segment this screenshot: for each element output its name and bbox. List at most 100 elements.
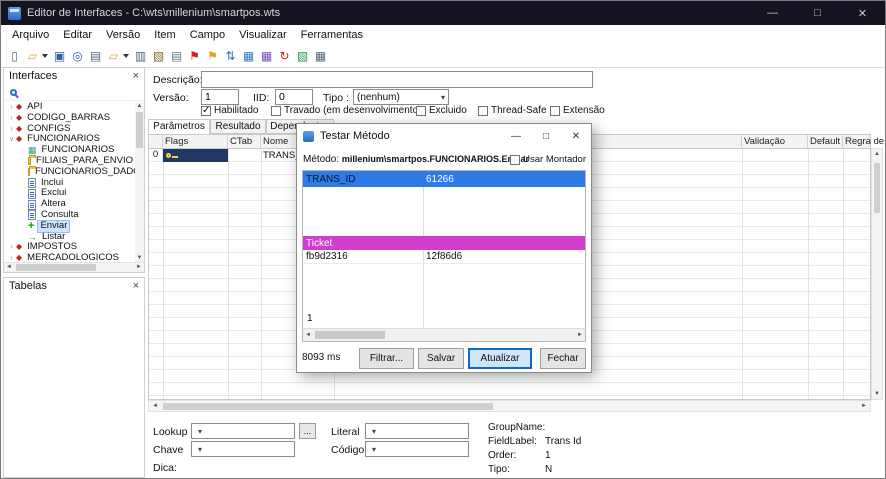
ticket-header-row[interactable]: Ticket bbox=[303, 236, 585, 250]
tree-item-exclui[interactable]: Exclui bbox=[4, 188, 135, 199]
col-ctab[interactable]: CTab bbox=[228, 135, 261, 149]
atualizar-button[interactable]: Atualizar bbox=[468, 348, 532, 369]
scrollbar-thumb[interactable] bbox=[315, 331, 385, 339]
checkbox-icon bbox=[416, 105, 426, 116]
scroll-right-icon[interactable]: ► bbox=[577, 332, 583, 338]
dropdown-arrow-icon[interactable] bbox=[123, 54, 129, 58]
menu-item[interactable]: Item bbox=[147, 26, 182, 44]
chevron-right-icon[interactable] bbox=[7, 242, 16, 253]
chevron-right-icon[interactable] bbox=[7, 102, 16, 113]
chevron-right-icon[interactable] bbox=[7, 113, 16, 124]
dropdown-arrow-icon[interactable] bbox=[42, 54, 48, 58]
lookup-more-button[interactable]: ... bbox=[299, 423, 316, 439]
tipo-select[interactable]: (nenhum) bbox=[353, 89, 449, 105]
new-file-icon[interactable]: ▯ bbox=[6, 47, 23, 66]
tree-item-funcionarios-dados[interactable]: FUNCIONARIOS_DADOS bbox=[4, 166, 135, 178]
tab-resultado[interactable]: Resultado bbox=[210, 119, 266, 134]
usar-montador-checkbox[interactable]: Usar Montador bbox=[510, 154, 586, 165]
col-flags[interactable]: Flags bbox=[163, 135, 228, 149]
checkbox-excluido[interactable]: Excluido bbox=[416, 105, 467, 116]
dialog-horizontal-scrollbar[interactable]: ◄ ► bbox=[303, 328, 585, 341]
chevron-right-icon[interactable] bbox=[7, 253, 16, 262]
lookup-select[interactable] bbox=[191, 423, 295, 439]
maximize-icon[interactable]: □ bbox=[795, 1, 840, 25]
versao-input[interactable] bbox=[201, 89, 239, 105]
copy-icon[interactable]: ▥ bbox=[132, 47, 149, 66]
tree-item-codigo-barras[interactable]: CODIGO_BARRAS bbox=[4, 112, 135, 124]
dialog-minimize-icon[interactable]: — bbox=[501, 124, 531, 148]
chave-select[interactable] bbox=[191, 441, 295, 457]
checkbox-extensao[interactable]: Extensão bbox=[550, 105, 605, 116]
checkbox-travado[interactable]: Travado (em desenvolvimento) bbox=[271, 105, 421, 116]
chevron-down-icon[interactable] bbox=[7, 134, 16, 146]
menu-editar[interactable]: Editar bbox=[56, 26, 99, 44]
menu-arquivo[interactable]: Arquivo bbox=[5, 26, 56, 44]
sort-arrows-icon[interactable]: ⇅ bbox=[222, 47, 239, 66]
col-default[interactable]: Default bbox=[808, 135, 843, 149]
scroll-left-icon[interactable]: ◄ bbox=[305, 332, 311, 338]
tab-parametros[interactable]: Parâmetros bbox=[148, 119, 210, 134]
checkbox-habilitado[interactable]: Habilitado bbox=[201, 105, 258, 116]
open-file-icon[interactable]: ▱ bbox=[24, 47, 41, 66]
col-validacao[interactable]: Validação bbox=[742, 135, 808, 149]
menu-ferramentas[interactable]: Ferramentas bbox=[294, 26, 370, 44]
menu-campo[interactable]: Campo bbox=[183, 26, 232, 44]
menu-versao[interactable]: Versão bbox=[99, 26, 147, 44]
scroll-down-icon[interactable]: ▼ bbox=[135, 255, 144, 261]
save-icon[interactable]: ▣ bbox=[51, 47, 68, 66]
tree-horizontal-scrollbar[interactable]: ◄ ► bbox=[4, 262, 144, 272]
checkbox-thread-safe[interactable]: Thread-Safe bbox=[478, 105, 547, 116]
scroll-right-icon[interactable]: ► bbox=[136, 264, 142, 270]
scroll-left-icon[interactable]: ◄ bbox=[152, 403, 158, 409]
ticket-data-row[interactable]: fb9d2316 12f86d6 bbox=[303, 250, 585, 264]
tree-item-enviar[interactable]: Enviar bbox=[4, 219, 135, 233]
scroll-right-icon[interactable]: ► bbox=[861, 403, 867, 409]
param-row-selected[interactable]: TRANS_ID 61266 bbox=[303, 171, 585, 187]
scroll-up-icon[interactable]: ▲ bbox=[872, 151, 882, 157]
panel-close-icon[interactable]: × bbox=[133, 280, 139, 292]
panel-close-icon[interactable]: × bbox=[133, 70, 139, 82]
refresh-icon[interactable]: ↻ bbox=[276, 47, 293, 66]
scroll-left-icon[interactable]: ◄ bbox=[6, 264, 12, 270]
flags-cell[interactable] bbox=[163, 149, 228, 162]
search-icon[interactable] bbox=[10, 88, 17, 96]
codigo-select[interactable] bbox=[365, 441, 469, 457]
iid-input[interactable] bbox=[275, 89, 313, 105]
literal-select[interactable] bbox=[365, 423, 469, 439]
flag-red-icon[interactable]: ⚑ bbox=[186, 47, 203, 66]
menu-visualizar[interactable]: Visualizar bbox=[232, 26, 294, 44]
paste-icon[interactable]: ▧ bbox=[150, 47, 167, 66]
tree-item-inclui[interactable]: Inclui bbox=[4, 177, 135, 189]
export-icon[interactable]: ▧ bbox=[294, 47, 311, 66]
chart-icon[interactable]: ▦ bbox=[240, 47, 257, 66]
print-icon[interactable]: ▤ bbox=[87, 47, 104, 66]
table-icon[interactable]: ▦ bbox=[312, 47, 329, 66]
scrollbar-thumb[interactable] bbox=[136, 112, 143, 148]
tree-vertical-scrollbar[interactable]: ▲ ▼ bbox=[135, 102, 144, 262]
scrollbar-thumb[interactable] bbox=[874, 163, 880, 213]
chevron-right-icon[interactable] bbox=[7, 124, 16, 135]
clipboard-icon[interactable]: ▤ bbox=[168, 47, 185, 66]
descricao-input[interactable] bbox=[201, 71, 593, 88]
salvar-button[interactable]: Salvar bbox=[418, 348, 464, 369]
scroll-down-icon[interactable]: ▼ bbox=[872, 391, 882, 397]
flag-yellow-icon[interactable]: ⚑ bbox=[204, 47, 221, 66]
app-window: { "window": { "title": "Editor de Interf… bbox=[0, 0, 886, 479]
scrollbar-thumb[interactable] bbox=[163, 403, 493, 410]
filtrar-button[interactable]: Filtrar... bbox=[359, 348, 414, 369]
scrollbar-thumb[interactable] bbox=[16, 264, 96, 271]
col-regra-visibilidade[interactable]: Regra de Visibilidade bbox=[843, 135, 886, 149]
open-folder-icon[interactable]: ▱ bbox=[105, 47, 122, 66]
dialog-close-icon[interactable]: ✕ bbox=[561, 124, 591, 148]
close-icon[interactable]: ✕ bbox=[840, 1, 885, 25]
grid-vertical-scrollbar[interactable]: ▲ ▼ bbox=[871, 148, 883, 400]
col-rownum[interactable] bbox=[149, 135, 163, 149]
fechar-button[interactable]: Fechar bbox=[540, 348, 586, 369]
search-icon[interactable]: ◎ bbox=[69, 47, 86, 66]
tree-item-mercadologicos[interactable]: MERCADOLOGICOS bbox=[4, 252, 135, 262]
chart-alt-icon[interactable]: ▦ bbox=[258, 47, 275, 66]
grid-horizontal-scrollbar[interactable]: ◄ ► bbox=[148, 400, 871, 412]
minimize-icon[interactable]: — bbox=[750, 1, 795, 25]
scroll-up-icon[interactable]: ▲ bbox=[135, 103, 144, 109]
dialog-maximize-icon[interactable]: □ bbox=[531, 124, 561, 148]
